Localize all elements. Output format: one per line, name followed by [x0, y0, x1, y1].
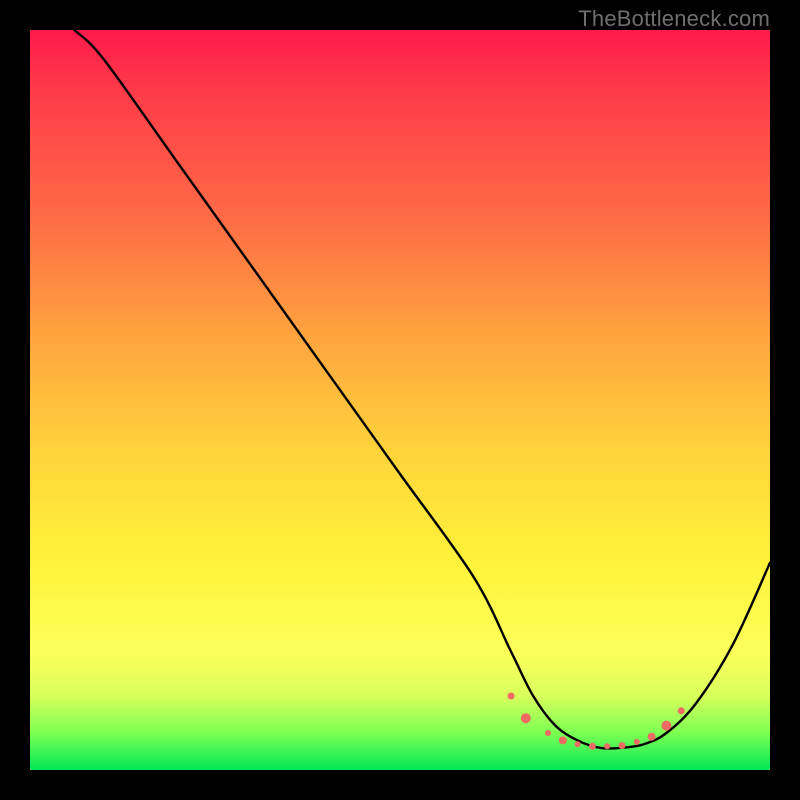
marker-point: [661, 721, 671, 731]
marker-point: [634, 739, 640, 745]
chart-container: TheBottleneck.com: [0, 0, 800, 800]
highlighted-points: [508, 693, 685, 750]
marker-point: [559, 736, 567, 744]
marker-point: [604, 743, 610, 749]
bottleneck-curve: [74, 30, 770, 748]
marker-point: [545, 730, 551, 736]
marker-point: [619, 742, 626, 749]
plot-area: [30, 30, 770, 770]
marker-point: [521, 713, 531, 723]
marker-point: [648, 733, 656, 741]
marker-point: [508, 693, 515, 700]
watermark-text: TheBottleneck.com: [578, 6, 770, 32]
marker-point: [575, 741, 581, 747]
curve-layer: [30, 30, 770, 770]
marker-point: [678, 707, 685, 714]
marker-point: [589, 743, 596, 750]
